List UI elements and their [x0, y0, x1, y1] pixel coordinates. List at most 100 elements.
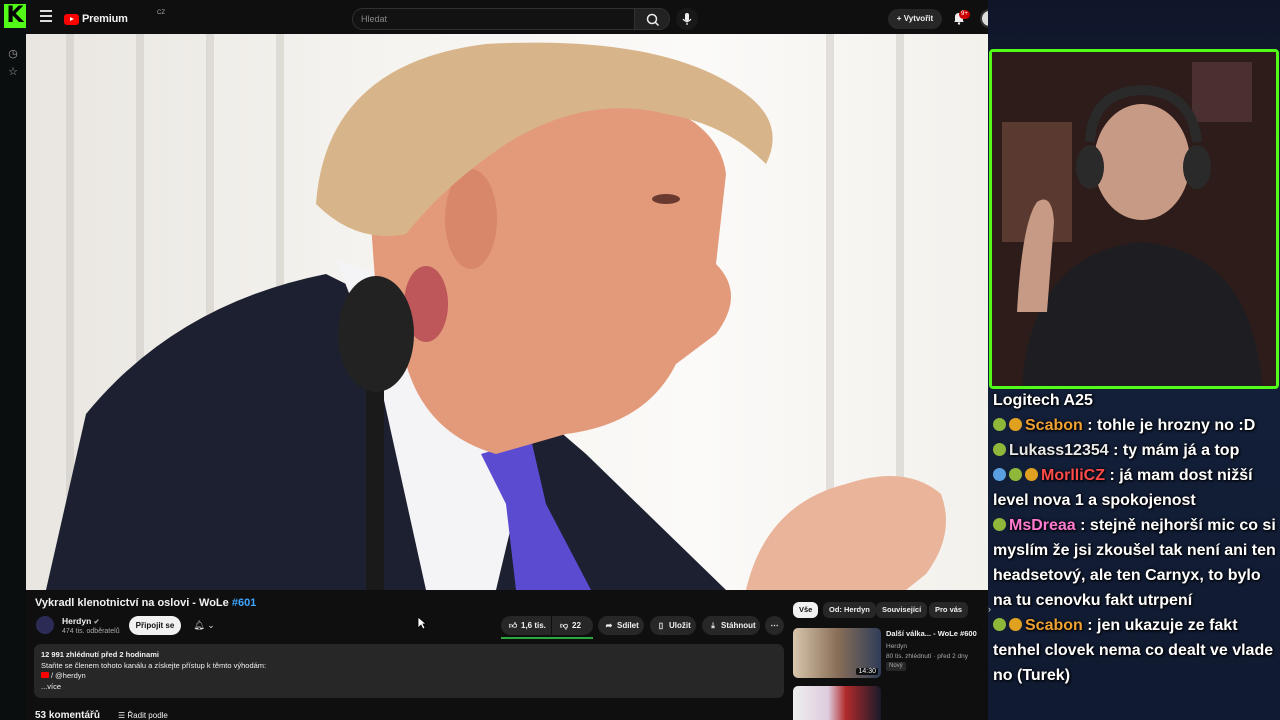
channel-handle-link[interactable]: / @herdyn	[51, 671, 86, 680]
thumbs-up-icon: 👍︎	[508, 621, 518, 630]
related-video-thumbnail[interactable]: 14:30	[793, 628, 881, 678]
search-button[interactable]	[634, 8, 670, 30]
show-more-link[interactable]: ...více	[41, 682, 777, 693]
sub-badge-icon	[1009, 468, 1022, 481]
related-video-meta: Herdyn 80 tis. zhlédnutí · před 2 dny	[886, 642, 968, 662]
chat-message: Lukass12354 : ty mám já a top	[993, 438, 1277, 463]
search-input[interactable]: Hledat	[352, 8, 662, 30]
bell-icon: 🔔︎	[193, 620, 205, 630]
kick-sidebar: K ◷ ☆	[0, 0, 26, 720]
related-video-title[interactable]: Další válka... - WoLe #600	[886, 629, 981, 638]
chat-username[interactable]: MsDreaa	[1009, 517, 1076, 534]
youtube-play-icon	[64, 13, 79, 25]
kick-logo-icon[interactable]: K	[4, 4, 26, 28]
plus-icon: +	[896, 14, 904, 23]
sub-badge-icon	[993, 418, 1006, 431]
streamer-illustration	[992, 52, 1276, 386]
like-button[interactable]: 👍︎ 1,6 tis.	[501, 616, 551, 635]
description-box[interactable]: 12 991 zhlédnutí před 2 hodinami Staňte …	[34, 644, 784, 698]
subscription-bell-button[interactable]: 🔔︎ ⌄	[186, 616, 222, 635]
star-icon[interactable]: ☆	[6, 65, 20, 79]
video-duration: 14:30	[856, 668, 878, 675]
related-channel-name[interactable]: Herdyn	[886, 642, 968, 652]
video-frame-illustration	[46, 42, 946, 590]
youtube-header: Premium CZ Hledat + Vytvořit 9+	[26, 0, 1012, 37]
menu-icon[interactable]	[40, 10, 52, 24]
voice-search-button[interactable]	[676, 8, 698, 30]
view-stats: 12 991 zhlédnutí před 2 hodinami	[41, 650, 159, 659]
webcam-feed	[989, 49, 1279, 389]
sub-badge-icon	[993, 443, 1006, 456]
youtube-logo[interactable]: Premium CZ	[64, 10, 165, 26]
sort-comments-button[interactable]: ☰ Řadit podle	[118, 711, 168, 720]
video-player[interactable]	[26, 34, 988, 590]
channel-name[interactable]: Herdyn ✔	[62, 616, 100, 626]
chat-message: Logitech A25	[993, 388, 1277, 413]
more-actions-button[interactable]: ⋯	[765, 616, 784, 635]
create-label: Vytvořit	[903, 14, 934, 23]
download-icon: ⤓	[711, 621, 715, 630]
sort-icon: ☰	[118, 711, 128, 720]
save-button[interactable]: ▯ Uložit	[650, 616, 696, 635]
create-button[interactable]: + Vytvořit	[888, 9, 942, 29]
thumbs-down-icon: 👎︎	[559, 621, 569, 630]
gift-badge-icon	[1009, 418, 1022, 431]
like-ratio-bar	[501, 637, 593, 639]
bookmark-icon: ▯	[658, 621, 664, 630]
sort-label: Řadit podle	[127, 711, 168, 720]
related-video-stats: 80 tis. zhlédnutí · před 2 dny	[886, 653, 969, 660]
youtube-mini-icon	[41, 672, 49, 678]
gift-badge-icon	[1009, 618, 1022, 631]
share-icon: ➦	[605, 621, 613, 630]
chip-from-channel[interactable]: Od: Herdyn	[823, 602, 876, 618]
channel-name-text: Herdyn	[62, 616, 92, 626]
hashtag-link[interactable]: #601	[232, 597, 256, 609]
join-button[interactable]: Připojit se	[129, 616, 181, 635]
share-label: Sdílet	[617, 621, 639, 630]
chat-message-text: : ty mám já a top	[1113, 442, 1240, 459]
chat-message-text: Logitech A25	[993, 392, 1093, 409]
chat-message: Scabon : tohle je hrozny no :D	[993, 413, 1277, 438]
share-button[interactable]: ➦ Sdílet	[598, 616, 644, 635]
chip-related[interactable]: Související	[876, 602, 928, 618]
verified-icon: ✔	[93, 619, 100, 626]
video-title: Vykradl klenotnictví na oslovi - WoLe #6…	[35, 597, 256, 609]
region-label: CZ	[157, 10, 165, 16]
chat-username[interactable]: MorlliCZ	[1041, 467, 1105, 484]
download-label: Stáhnout	[721, 621, 756, 630]
new-badge: Nový	[886, 662, 906, 671]
search-icon	[646, 13, 660, 27]
chevron-right-icon[interactable]: ›	[988, 604, 991, 614]
description-text: Staňte se členem tohoto kanálu a získejt…	[41, 660, 267, 670]
search-placeholder: Hledat	[361, 14, 388, 24]
channel-avatar[interactable]	[36, 616, 54, 634]
video-title-text: Vykradl klenotnictví na oslovi - WoLe	[35, 597, 232, 609]
chat-message-text: : tohle je hrozny no :D	[1087, 417, 1256, 434]
mouse-cursor-icon	[417, 616, 427, 630]
dislike-button[interactable]: 👎︎ 22	[552, 616, 593, 635]
brand-label: Premium	[82, 13, 128, 25]
more-horizontal-icon: ⋯	[770, 621, 779, 630]
download-button[interactable]: ⤓ Stáhnout	[702, 616, 760, 635]
chip-for-you[interactable]: Pro vás	[929, 602, 969, 618]
sub-badge-icon	[993, 518, 1006, 531]
subscriber-count: 474 tis. odběratelů	[62, 628, 120, 635]
chat-message: Scabon : jen ukazuje ze fakt tenhel clov…	[993, 613, 1277, 688]
sub-badge-icon	[993, 618, 1006, 631]
gift-badge-icon	[1025, 468, 1038, 481]
dislike-count: 22	[572, 621, 581, 630]
save-label: Uložit	[669, 621, 691, 630]
chat-message: MsDreaa : stejně nejhorší mic co si mysl…	[993, 513, 1277, 613]
chat-username[interactable]: Lukass12354	[1009, 442, 1109, 459]
moderator-badge-icon	[993, 468, 1006, 481]
chip-all[interactable]: Vše	[793, 602, 819, 618]
history-icon[interactable]: ◷	[6, 47, 20, 61]
mic-icon	[682, 13, 692, 25]
chat-username[interactable]: Scabon	[1025, 417, 1083, 434]
live-chat: Logitech A25 Scabon : tohle je hrozny no…	[993, 388, 1277, 688]
chat-username[interactable]: Scabon	[1025, 617, 1083, 634]
description-link[interactable]: / @herdyn	[41, 671, 777, 682]
related-video-thumbnail[interactable]	[793, 686, 881, 720]
notification-count-badge: 9+	[959, 10, 970, 19]
chat-message: MorlliCZ : já mam dost nižší level nova …	[993, 463, 1277, 513]
